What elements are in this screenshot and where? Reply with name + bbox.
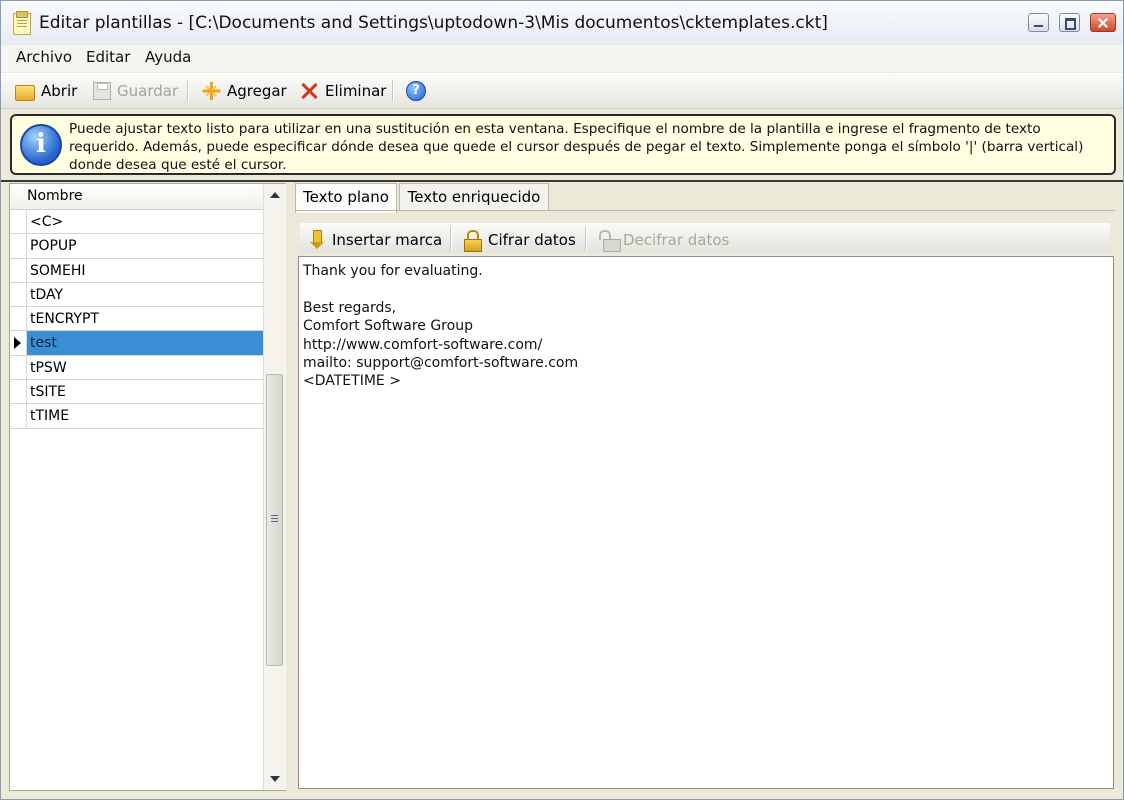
minimize-button[interactable] <box>1028 13 1049 32</box>
editor-line: http://www.comfort-software.com/ <box>303 336 543 353</box>
editor-line: <DATETIME > <box>303 373 401 390</box>
list-item[interactable]: tTIME <box>10 404 263 429</box>
toolbar-separator <box>585 227 587 251</box>
window-title: Editar plantillas - [C:\Documents and Se… <box>39 13 828 33</box>
close-button[interactable] <box>1090 13 1116 32</box>
vertical-scrollbar[interactable] <box>263 184 286 790</box>
add-button-label: Agregar <box>227 82 287 100</box>
tab-texto-plano[interactable]: Texto plano <box>295 183 397 213</box>
list-item[interactable]: <C> <box>10 210 263 235</box>
encrypt-label: Cifrar datos <box>488 231 576 249</box>
menu-editar[interactable]: Editar <box>86 48 130 66</box>
info-icon: i <box>20 124 62 166</box>
list-item[interactable]: SOMEHI <box>10 258 263 283</box>
window-bottom-edge <box>1 793 1123 799</box>
scroll-down-icon[interactable] <box>270 776 280 782</box>
list-item[interactable]: POPUP <box>10 234 263 259</box>
main-toolbar: Abrir Guardar Agregar Eliminar ? <box>1 73 1123 109</box>
list-item[interactable]: tDAY <box>10 282 263 308</box>
folder-open-icon <box>15 85 35 101</box>
menu-bar: Archivo Editar Ayuda <box>1 45 1123 72</box>
editor-line: Comfort Software Group <box>303 318 473 335</box>
list-item[interactable]: tENCRYPT <box>10 307 263 332</box>
delete-button[interactable]: Eliminar <box>299 80 386 102</box>
column-header-label: Nombre <box>27 188 83 204</box>
help-icon: ? <box>406 81 426 101</box>
delete-button-label: Eliminar <box>325 82 387 100</box>
add-button[interactable]: Agregar <box>201 80 287 102</box>
list-item-label: tENCRYPT <box>26 307 263 331</box>
editor-line: mailto: support@comfort-software.com <box>303 354 579 371</box>
list-item[interactable]: tPSW <box>10 355 263 381</box>
save-button[interactable]: Guardar <box>93 80 178 102</box>
column-header-nombre[interactable]: Nombre <box>10 184 263 210</box>
editor-line: Thank you for evaluating. <box>303 263 483 279</box>
tab-underline <box>295 210 1115 211</box>
scroll-up-icon[interactable] <box>270 192 280 198</box>
info-text: Puede ajustar texto listo para utilizar … <box>69 121 1084 173</box>
list-item-label: POPUP <box>26 234 263 258</box>
menu-ayuda[interactable]: Ayuda <box>145 48 191 66</box>
splitter-line <box>1 180 1123 182</box>
maximize-button[interactable] <box>1059 13 1080 32</box>
save-button-label: Guardar <box>117 82 179 100</box>
toolbar-separator <box>392 80 394 102</box>
template-rows: <C> POPUP SOMEHI tDAY tENCRYPT test tPSW… <box>10 210 263 429</box>
list-item-label: tTIME <box>26 404 263 428</box>
list-item-label: tSITE <box>26 380 263 404</box>
delete-x-icon <box>299 81 319 101</box>
title-bar[interactable]: Editar plantillas - [C:\Documents and Se… <box>1 1 1123 46</box>
list-item-label: tDAY <box>26 282 263 307</box>
toolbar-separator <box>450 227 452 251</box>
toolbar-separator <box>187 80 189 102</box>
open-button-label: Abrir <box>41 82 78 100</box>
menu-archivo[interactable]: Archivo <box>16 48 72 66</box>
insert-mark-button[interactable]: Insertar marca <box>306 229 442 251</box>
lock-icon <box>462 229 484 252</box>
app-window: Editar plantillas - [C:\Documents and Se… <box>0 0 1124 800</box>
decrypt-label: Decifrar datos <box>623 231 730 249</box>
template-list: Nombre <C> POPUP SOMEHI tDAY tENCRYPT te… <box>9 183 286 791</box>
unlock-icon <box>597 229 621 252</box>
list-item[interactable]: tSITE <box>10 380 263 405</box>
list-item-label: test <box>26 331 263 355</box>
help-button[interactable]: ? <box>406 80 432 102</box>
insert-mark-label: Insertar marca <box>332 231 443 249</box>
floppy-disk-icon <box>93 82 111 100</box>
decrypt-button[interactable]: Decifrar datos <box>597 229 730 252</box>
insert-arrow-icon <box>306 229 328 251</box>
sparkle-add-icon <box>201 81 221 101</box>
list-item-label: tPSW <box>26 355 263 380</box>
editor-toolbar: Insertar marca Cifrar datos Decifrar dat… <box>299 222 1111 254</box>
list-item-selected[interactable]: test <box>10 331 263 356</box>
editor-line: Best regards, <box>303 299 397 316</box>
scroll-thumb[interactable] <box>266 374 283 666</box>
list-item-label: SOMEHI <box>26 258 263 282</box>
template-text-editor[interactable]: Thank you for evaluating. Best regards, … <box>298 256 1114 789</box>
encrypt-button[interactable]: Cifrar datos <box>462 229 576 252</box>
open-button[interactable]: Abrir <box>15 80 77 102</box>
row-pointer-icon <box>10 331 25 355</box>
list-item-label: <C> <box>26 210 263 234</box>
info-banner: i Puede ajustar texto listo para utiliza… <box>10 114 1116 175</box>
notepad-icon <box>13 11 31 35</box>
tab-texto-enriquecido[interactable]: Texto enriquecido <box>399 183 549 211</box>
